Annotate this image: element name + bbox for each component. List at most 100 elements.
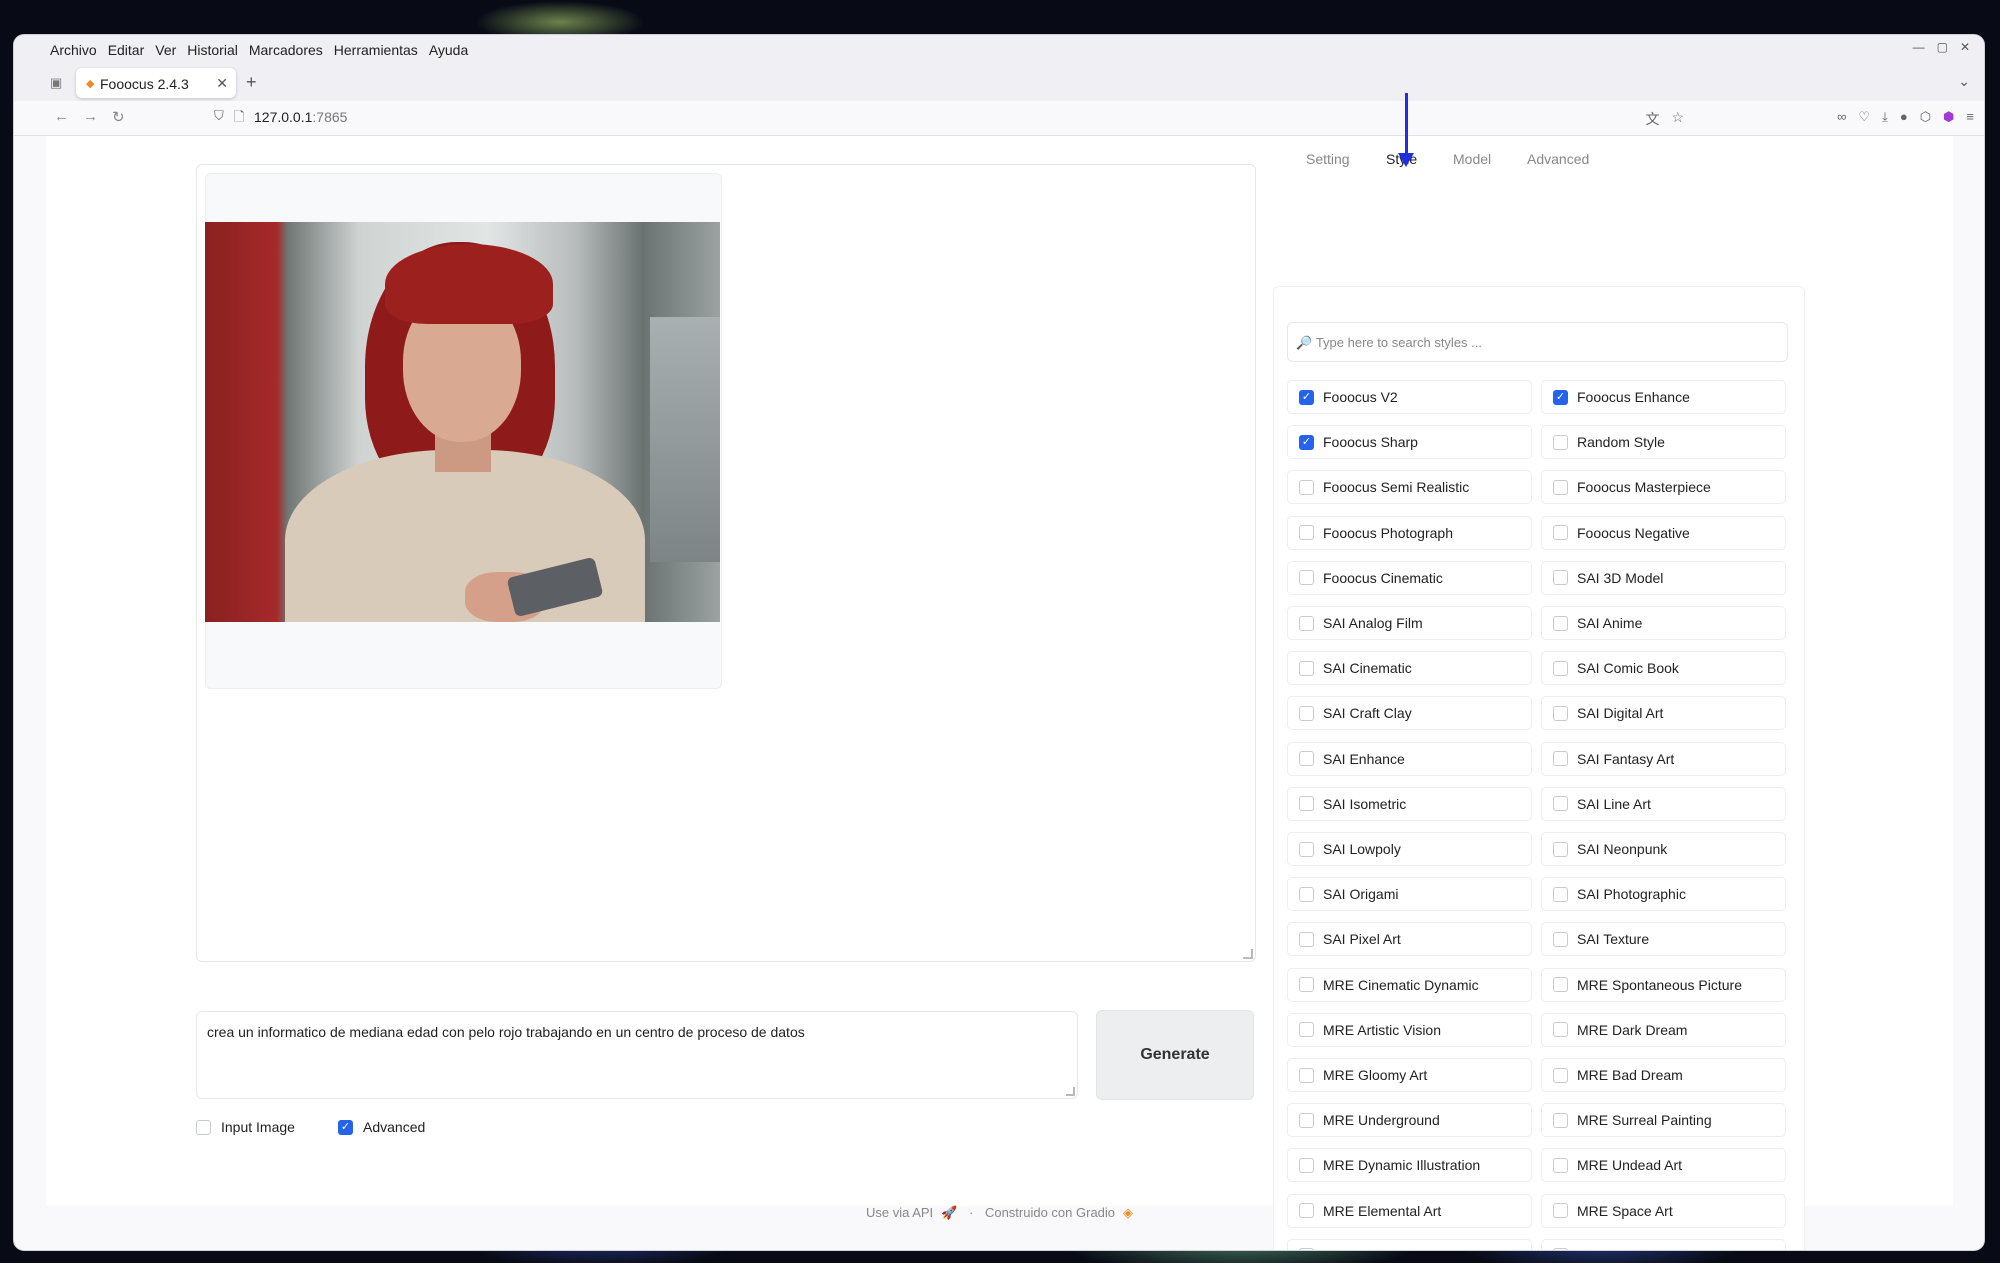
checkbox-box[interactable] <box>1299 841 1314 857</box>
checkbox-box[interactable] <box>1553 479 1568 495</box>
style-option[interactable]: Fooocus Masterpiece <box>1541 470 1786 505</box>
maximize-icon[interactable]: ▢ <box>1937 40 1948 54</box>
style-option[interactable]: SAI Anime <box>1541 606 1786 640</box>
style-option[interactable]: ✓ Fooocus Enhance <box>1541 380 1786 414</box>
pocket-icon[interactable]: ♡ <box>1858 109 1870 125</box>
style-option[interactable]: ✓ Fooocus V2 <box>1287 380 1532 414</box>
style-option[interactable]: MRE Ancient Illustration <box>1287 1238 1532 1250</box>
style-option[interactable]: SAI Analog Film <box>1287 606 1532 640</box>
style-option[interactable]: SAI Cinematic <box>1287 651 1532 686</box>
tab-model[interactable]: Model <box>1453 151 1491 167</box>
style-option[interactable]: MRE Underground <box>1287 1103 1532 1138</box>
translate-icon[interactable]: 文 <box>1645 109 1659 129</box>
style-option[interactable]: SAI Craft Clay <box>1287 696 1532 731</box>
checkbox-box[interactable] <box>1299 751 1314 767</box>
menu-icon[interactable]: ≡ <box>1966 109 1974 125</box>
input-image-checkbox[interactable]: Input Image <box>196 1119 295 1135</box>
checkbox-box[interactable] <box>1553 570 1568 586</box>
checkbox-box[interactable] <box>1299 1022 1314 1038</box>
checkbox-box[interactable] <box>1553 1248 1568 1250</box>
checkbox-box[interactable] <box>1299 931 1314 947</box>
style-option[interactable]: Random Style <box>1541 425 1786 460</box>
style-option[interactable]: Fooocus Photograph <box>1287 515 1532 550</box>
style-option[interactable]: MRE Artistic Vision <box>1287 1012 1532 1047</box>
checkbox-box[interactable] <box>1553 434 1568 450</box>
menu-item-ver[interactable]: Ver <box>155 42 176 58</box>
style-option[interactable]: SAI Lowpoly <box>1287 832 1532 866</box>
resize-handle[interactable] <box>1243 949 1253 959</box>
style-option[interactable]: SAI Pixel Art <box>1287 922 1532 957</box>
menu-item-editar[interactable]: Editar <box>108 42 145 58</box>
shield-icon[interactable]: ⛉ <box>214 108 224 124</box>
checkbox-box[interactable] <box>1553 841 1568 857</box>
checkbox-box[interactable]: ✓ <box>1299 434 1314 450</box>
menu-item-ayuda[interactable]: Ayuda <box>429 42 468 58</box>
checkbox-box[interactable] <box>1553 977 1568 993</box>
checkbox-box[interactable] <box>1553 1112 1568 1128</box>
menu-item-herramientas[interactable]: Herramientas <box>334 42 418 58</box>
bookmark-star-icon[interactable]: ☆ <box>1671 109 1684 129</box>
style-option[interactable]: SAI Line Art <box>1541 786 1786 821</box>
checkbox-box[interactable] <box>1553 525 1568 541</box>
style-option[interactable]: MRE Dark Dream <box>1541 1012 1786 1047</box>
style-search-input[interactable]: 🔎 Type here to search styles ... <box>1287 322 1788 362</box>
checkbox-box[interactable] <box>1553 660 1568 676</box>
checkbox-box[interactable] <box>1553 1067 1568 1083</box>
checkbox-box[interactable]: ✓ <box>338 1119 353 1135</box>
style-option[interactable]: SAI Origami <box>1287 877 1532 912</box>
checkbox-box[interactable] <box>1299 1248 1314 1250</box>
style-option[interactable]: Fooocus Negative <box>1541 515 1786 550</box>
checkbox-box[interactable] <box>1299 1112 1314 1128</box>
style-option[interactable]: SAI Digital Art <box>1541 696 1786 731</box>
style-option[interactable]: MRE Cinematic Dynamic <box>1287 967 1532 1002</box>
extensions-icon[interactable]: ⬡ <box>1920 109 1931 125</box>
style-option[interactable]: MRE Dynamic Illustration <box>1287 1148 1532 1183</box>
checkbox-box[interactable] <box>1299 1157 1314 1173</box>
checkbox-box[interactable] <box>1553 705 1568 721</box>
browser-tab[interactable]: ◆ Fooocus 2.4.3 ✕ <box>76 68 236 98</box>
generate-button[interactable]: Generate <box>1096 1010 1254 1100</box>
close-window-icon[interactable]: ✕ <box>1960 40 1970 54</box>
reload-icon[interactable]: ↻ <box>112 108 125 126</box>
forward-icon[interactable]: → <box>83 108 98 126</box>
checkbox-box[interactable] <box>1553 615 1568 631</box>
checkbox-box[interactable]: ✓ <box>1299 389 1314 405</box>
style-option[interactable]: ✓ Fooocus Sharp <box>1287 425 1532 460</box>
style-option[interactable]: SAI Fantasy Art <box>1541 741 1786 776</box>
checkbox-box[interactable] <box>1299 705 1314 721</box>
checkbox-box[interactable] <box>1553 751 1568 767</box>
account-icon[interactable]: ● <box>1900 109 1908 125</box>
close-tab-icon[interactable]: ✕ <box>216 75 228 92</box>
style-option[interactable]: MRE Gloomy Art <box>1287 1058 1532 1092</box>
style-option[interactable]: SAI Isometric <box>1287 786 1532 821</box>
style-option[interactable]: Fooocus Cinematic <box>1287 560 1532 595</box>
checkbox-box[interactable] <box>1299 796 1314 812</box>
style-option[interactable]: SAI Texture <box>1541 922 1786 957</box>
use-via-api-link[interactable]: Use via API <box>866 1205 933 1220</box>
style-option[interactable]: MRE Spontaneous Picture <box>1541 967 1786 1002</box>
checkbox-box[interactable] <box>1299 886 1314 902</box>
checkbox-box[interactable] <box>1299 660 1314 676</box>
download-icon[interactable]: ⤓ <box>1882 109 1888 125</box>
purple-extension-icon[interactable]: ⬢ <box>1943 109 1954 125</box>
style-option[interactable]: SAI 3D Model <box>1541 560 1786 595</box>
new-tab-icon[interactable]: + <box>246 72 257 93</box>
style-option[interactable]: SAI Photographic <box>1541 877 1786 912</box>
checkbox-box[interactable] <box>1299 977 1314 993</box>
generated-image[interactable] <box>205 222 720 622</box>
prompt-input[interactable]: crea un informatico de mediana edad con … <box>196 1011 1078 1099</box>
style-option[interactable]: MRE Undead Art <box>1541 1148 1786 1183</box>
resize-handle[interactable] <box>1066 1087 1075 1096</box>
checkbox-box[interactable] <box>1553 1157 1568 1173</box>
chevron-down-icon[interactable]: ⌄ <box>1958 73 1970 90</box>
tab-setting[interactable]: Setting <box>1306 151 1350 167</box>
checkbox-box[interactable]: ✓ <box>1553 389 1568 405</box>
tab-list-icon[interactable]: ▣ <box>50 75 62 91</box>
checkbox-box[interactable] <box>1553 886 1568 902</box>
url-bar[interactable]: ⛉ 🗋 127.0.0.1:7865 <box>214 107 1674 129</box>
style-option[interactable]: SAI Comic Book <box>1541 651 1786 686</box>
style-option[interactable]: SAI Neonpunk <box>1541 832 1786 866</box>
minimize-icon[interactable]: — <box>1913 40 1925 54</box>
checkbox-box[interactable] <box>1299 570 1314 586</box>
menu-item-marcadores[interactable]: Marcadores <box>249 42 323 58</box>
